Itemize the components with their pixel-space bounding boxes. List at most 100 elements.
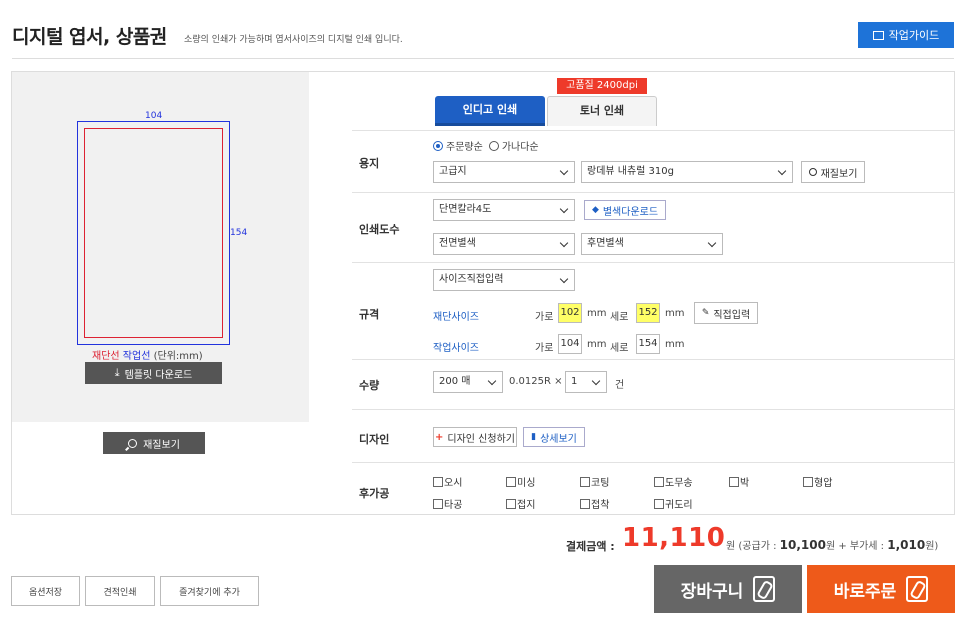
supply-price: 10,100: [779, 538, 826, 552]
row-divider: [352, 409, 955, 410]
paper-view-button[interactable]: 재질보기: [801, 161, 865, 183]
finishing-option[interactable]: 타공: [433, 496, 462, 511]
work-width-input: 104: [558, 334, 582, 354]
price-total: 11,110: [622, 523, 726, 553]
sort-alpha-radio[interactable]: [488, 140, 499, 151]
spot-color-download-button[interactable]: ◆ 별색다운로드: [584, 200, 666, 220]
checkbox[interactable]: [433, 476, 443, 487]
work-guide-button[interactable]: 작업가이드: [858, 22, 954, 48]
cut-height-input[interactable]: 152: [636, 303, 660, 323]
finishing-option[interactable]: 접착: [580, 496, 609, 511]
work-height-input: 154: [636, 334, 660, 354]
design-request-button[interactable]: + 디자인 신청하기: [433, 427, 517, 447]
back-spot-select[interactable]: 후면별색: [581, 233, 723, 255]
price-won: 원: [726, 541, 736, 552]
checkbox[interactable]: [654, 498, 664, 509]
save-options-button[interactable]: 옵션저장: [11, 576, 80, 606]
preview-zoom-button[interactable]: 재질보기: [103, 432, 205, 454]
spot-color-download-label: 별색다운로드: [602, 206, 659, 218]
design-detail-label: 상세보기: [540, 433, 577, 445]
finishing-option[interactable]: 귀도리: [654, 496, 693, 511]
design-label: 디자인: [359, 433, 390, 446]
preview-height-label: 154: [230, 228, 248, 238]
tab-indigo-print[interactable]: 인디고 인쇄: [435, 96, 545, 126]
search-icon: [808, 168, 817, 176]
cut-height-text: 세로: [610, 312, 629, 323]
row-divider: [352, 130, 955, 131]
quote-print-button[interactable]: 견적인쇄: [85, 576, 155, 606]
order-now-button[interactable]: 바로주문: [807, 565, 955, 613]
legend-cut: 재단선: [92, 351, 120, 362]
finishing-option-label: 귀도리: [665, 500, 693, 511]
finishing-option-label: 접지: [517, 500, 536, 511]
checkbox[interactable]: [433, 498, 443, 509]
finishing-option-label: 형압: [814, 478, 833, 489]
finishing-option[interactable]: 오시: [433, 474, 462, 489]
vat-label: 원 + 부가세 :: [825, 541, 885, 552]
finishing-option-label: 오시: [444, 478, 463, 489]
vat-price: 1,010: [887, 538, 926, 552]
count-unit: 건: [615, 380, 625, 391]
preview-zoom-label: 재질보기: [143, 439, 180, 451]
image-icon: [872, 30, 884, 40]
header-divider: [12, 58, 954, 59]
page-title: 디지털 엽서, 상품권: [12, 26, 167, 48]
front-spot-select[interactable]: 전면별색: [433, 233, 575, 255]
sort-alpha-label: 가나다순: [501, 142, 539, 153]
cut-width-text: 가로: [535, 312, 554, 323]
plus-icon: +: [435, 431, 444, 443]
paper-label: 용지: [359, 157, 380, 170]
preview-width-label: 104: [145, 111, 163, 121]
finishing-option[interactable]: 박: [729, 474, 749, 489]
cut-width-input[interactable]: 102: [558, 303, 582, 323]
finishing-option-label: 타공: [444, 500, 463, 511]
cut-width-unit: mm: [587, 308, 607, 319]
checkbox[interactable]: [506, 498, 516, 509]
paperclip-icon: [753, 576, 776, 602]
quantity-select[interactable]: 200 매: [433, 371, 503, 393]
order-label: 바로주문: [833, 581, 897, 602]
finishing-option[interactable]: 미싱: [506, 474, 535, 489]
checkbox[interactable]: [654, 476, 664, 487]
direct-input-label: 직접입력: [713, 309, 751, 321]
cart-label: 장바구니: [680, 581, 744, 602]
paper-stock-select[interactable]: 랑데뷰 내츄럴 310g: [581, 161, 793, 183]
paperclip-icon: [906, 576, 929, 602]
checkbox[interactable]: [580, 498, 590, 509]
checkbox[interactable]: [506, 476, 516, 487]
template-download-button[interactable]: ⤓ 템플릿 다운로드: [85, 362, 222, 384]
add-favorite-button[interactable]: 즐겨찾기에 추가: [160, 576, 259, 606]
finishing-option[interactable]: 도무송: [654, 474, 693, 489]
row-divider: [352, 359, 955, 360]
row-divider: [352, 192, 955, 193]
preview-legend: 재단선 작업선 (단위:mm): [92, 347, 203, 362]
direct-input-button[interactable]: ✎ 직접입력: [694, 302, 758, 324]
work-height-text: 세로: [610, 343, 629, 354]
finishing-option-label: 박: [740, 478, 750, 489]
work-width-unit: mm: [587, 339, 607, 350]
legend-unit: (단위:mm): [153, 351, 203, 362]
checkbox[interactable]: [803, 476, 813, 487]
finishing-option[interactable]: 접지: [506, 496, 535, 511]
finishing-option[interactable]: 형압: [803, 474, 832, 489]
cut-size-label: 재단사이즈: [433, 312, 479, 323]
work-guide-label: 작업가이드: [888, 29, 940, 42]
layers-icon: ◆: [591, 205, 599, 215]
cut-height-unit: mm: [665, 308, 685, 319]
paper-type-select[interactable]: 고급지: [433, 161, 575, 183]
spec-label: 규격: [359, 308, 380, 321]
sort-order-radio[interactable]: [433, 140, 443, 151]
cart-button[interactable]: 장바구니: [654, 565, 802, 613]
checkbox[interactable]: [580, 476, 590, 487]
design-detail-button[interactable]: ▮ 상세보기: [523, 427, 585, 447]
checkbox[interactable]: [729, 476, 739, 487]
finishing-option[interactable]: 코팅: [580, 474, 609, 489]
print-color-label: 인쇄도수: [359, 223, 400, 236]
pencil-icon: ✎: [701, 308, 710, 318]
tab-toner-print[interactable]: 토너 인쇄: [547, 96, 657, 126]
count-select[interactable]: 1: [565, 371, 607, 393]
work-height-unit: mm: [665, 339, 685, 350]
print-sides-select[interactable]: 단면칼라4도: [433, 199, 575, 221]
price-tail-end: 원): [925, 541, 939, 552]
size-mode-select[interactable]: 사이즈직접입력: [433, 269, 575, 291]
